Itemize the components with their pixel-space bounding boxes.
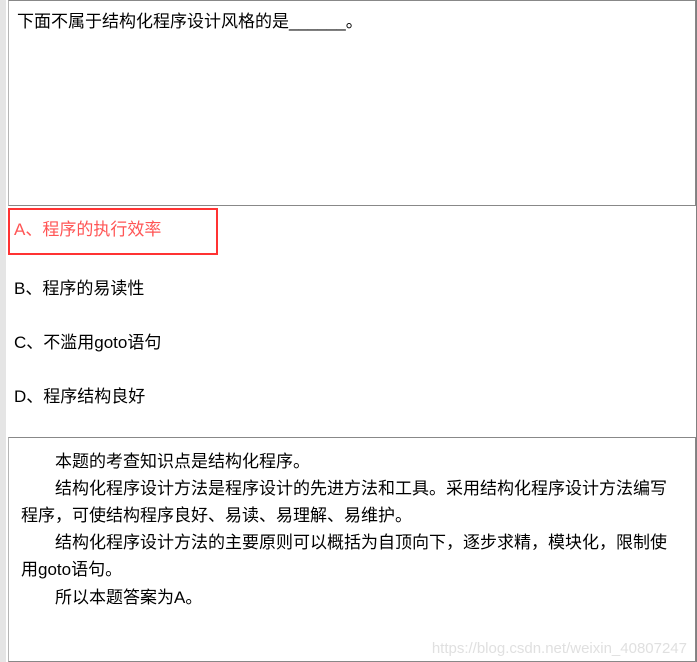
explanation-line-2: 结构化程序设计方法是程序设计的先进方法和工具。采用结构化程序设计方法编写程序，可… [21, 475, 683, 529]
option-d[interactable]: D、程序结构良好 [8, 377, 696, 417]
options-box: A、程序的执行效率 B、程序的易读性 C、不滥用goto语句 D、程序结构良好 [8, 208, 696, 437]
option-b-label: B、程序的易读性 [14, 279, 144, 298]
option-a[interactable]: A、程序的执行效率 [8, 208, 218, 256]
question-stem-text: 下面不属于结构化程序设计风格的是______。 [17, 12, 363, 31]
question-container: 下面不属于结构化程序设计风格的是______。 A、程序的执行效率 B、程序的易… [0, 0, 697, 662]
option-c-label: C、不滥用goto语句 [14, 333, 161, 352]
question-stem-box: 下面不属于结构化程序设计风格的是______。 [8, 0, 696, 206]
option-c[interactable]: C、不滥用goto语句 [8, 323, 696, 363]
option-b[interactable]: B、程序的易读性 [8, 269, 696, 309]
option-a-label: A、程序的执行效率 [14, 220, 161, 239]
option-d-label: D、程序结构良好 [14, 387, 145, 406]
explanation-line-1: 本题的考查知识点是结构化程序。 [21, 448, 683, 475]
explanation-line-4: 所以本题答案为A。 [21, 584, 683, 611]
explanation-box: 本题的考查知识点是结构化程序。 结构化程序设计方法是程序设计的先进方法和工具。采… [8, 437, 696, 662]
explanation-line-3: 结构化程序设计方法的主要原则可以概括为自顶向下，逐步求精，模块化，限制使用got… [21, 529, 683, 583]
